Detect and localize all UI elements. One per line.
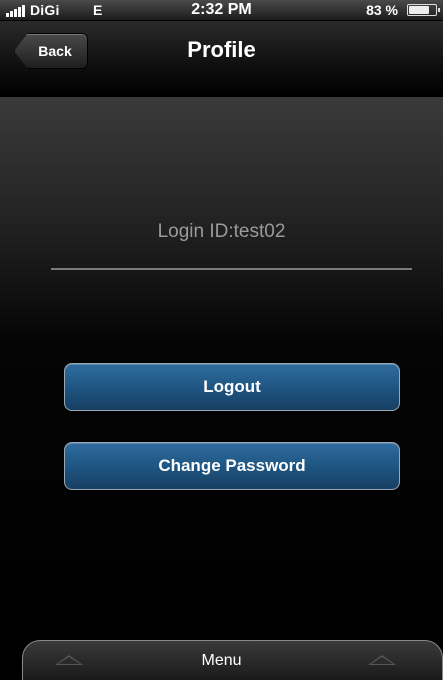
login-id-label: Login ID:test02: [157, 221, 286, 242]
battery-fill: [409, 6, 429, 14]
bottom-bar: Menu: [0, 636, 443, 680]
page-title: Profile: [187, 37, 256, 62]
change-password-button[interactable]: Change Password: [64, 442, 400, 490]
status-bar: DiGi E 2:32 PM 83 %: [0, 0, 443, 21]
divider: [51, 268, 412, 270]
navigation-bar: Back Profile: [0, 21, 443, 97]
battery-percent: 83 %: [366, 2, 398, 18]
chevron-up-icon: [368, 655, 396, 665]
logout-button[interactable]: Logout: [64, 363, 400, 411]
profile-content: Login ID:test02 Logout Change Password: [0, 97, 443, 636]
battery-icon: [407, 4, 440, 16]
